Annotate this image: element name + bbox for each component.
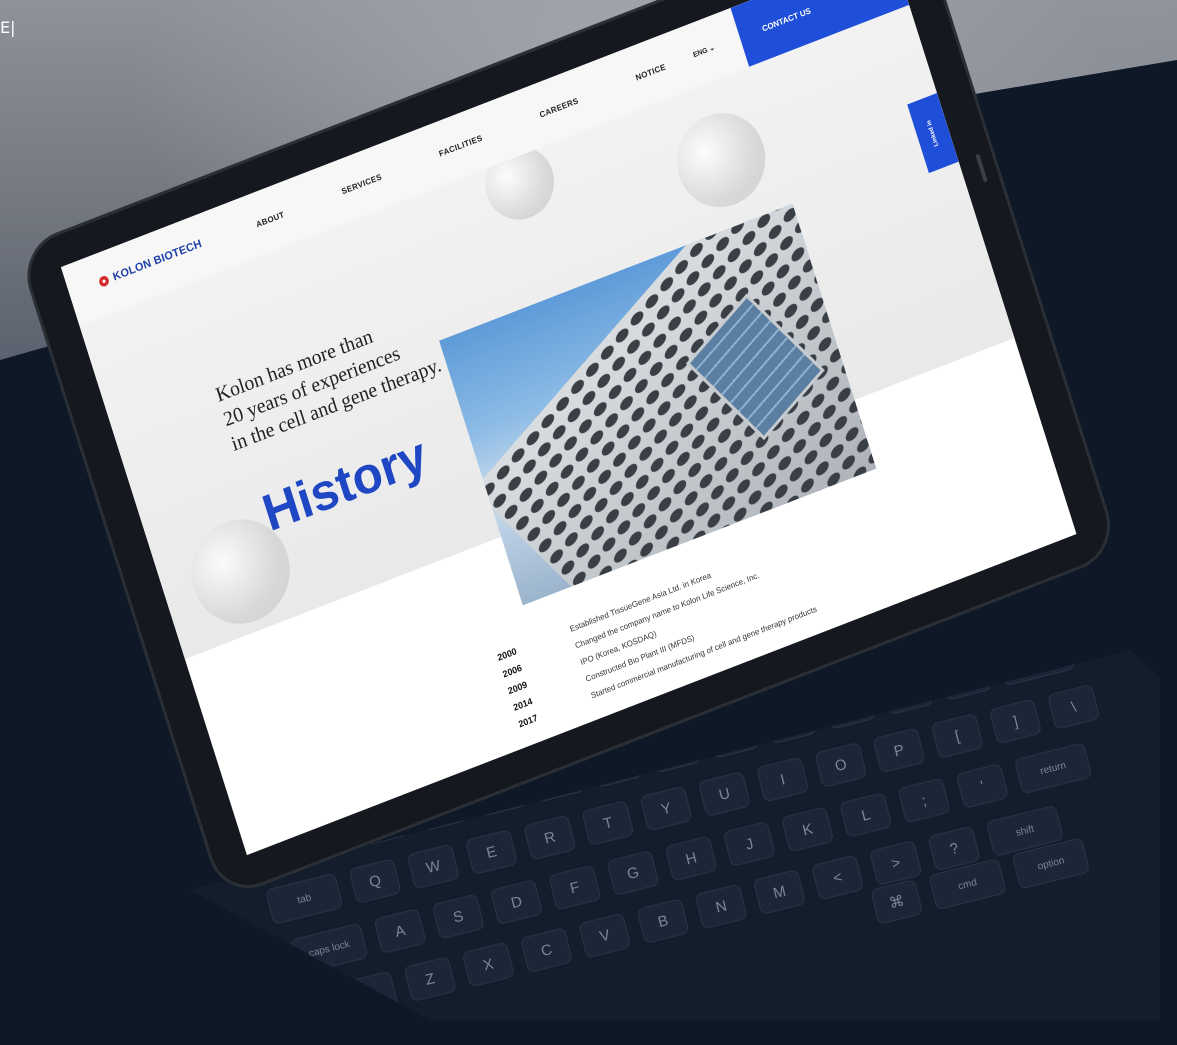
keyboard-key: E [464,829,519,876]
logo-text: KOLON BIOTECH [111,237,204,284]
keyboard-key: < [810,854,865,901]
corner-mark: E| [0,18,16,37]
keyboard-key: C [519,927,574,974]
logo-flower-icon [97,274,111,288]
contact-us-label: CONTACT US [760,5,812,34]
keyboard-key: S [431,893,486,940]
nav-item-services[interactable]: SERVICES [340,172,383,196]
keyboard-key: ] [988,698,1043,745]
keyboard-key: J [722,820,777,868]
keyboard-key: A [373,908,427,955]
keyboard-key: R [523,814,577,861]
keyboard-key: V [578,912,632,959]
keyboard-key: P [872,727,926,774]
keyboard-key: return [1013,742,1093,795]
keyboard-key: L [839,791,893,839]
keyboard-key: U [697,770,752,818]
keyboard-key: tab [265,872,344,925]
keyboard-key: T [581,800,635,847]
keyboard-key: G [606,850,660,897]
keyboard-key: Y [639,785,693,832]
keyboard-key: Q [348,858,402,905]
nav-item-about[interactable]: ABOUT [255,210,286,230]
site-logo[interactable]: KOLON BIOTECH [97,237,204,289]
keyboard-key: W [406,843,461,890]
keyboard-key: O [814,741,868,789]
language-selector[interactable]: ENG ⌄ [692,43,716,59]
keyboard-key: H [664,835,718,882]
keyboard-key: ' [955,762,1009,809]
linkedin-label: Linked in [926,119,940,148]
nav-item-facilities[interactable]: FACILITIES [438,133,484,158]
keyboard-key: X [461,941,516,988]
bubble-decoration [665,99,778,221]
keyboard-key: D [489,879,544,926]
keyboard-key: ; [897,777,951,824]
keyboard-key: F [548,864,602,911]
keyboard-key: I [755,756,810,803]
keyboard-key: M [752,868,807,916]
tablet-side-button [975,153,988,183]
keyboard-key: N [694,883,748,930]
keyboard-key: K [780,806,835,853]
keyboard-key: \ [1047,683,1101,730]
nav-item-notice[interactable]: NOTICE [634,62,667,82]
keyboard-key: B [636,898,690,945]
keyboard-key: [ [930,712,984,759]
nav-item-careers[interactable]: CAREERS [538,96,579,120]
page-title: History [255,425,434,543]
keyboard-key: Z [403,956,457,1003]
